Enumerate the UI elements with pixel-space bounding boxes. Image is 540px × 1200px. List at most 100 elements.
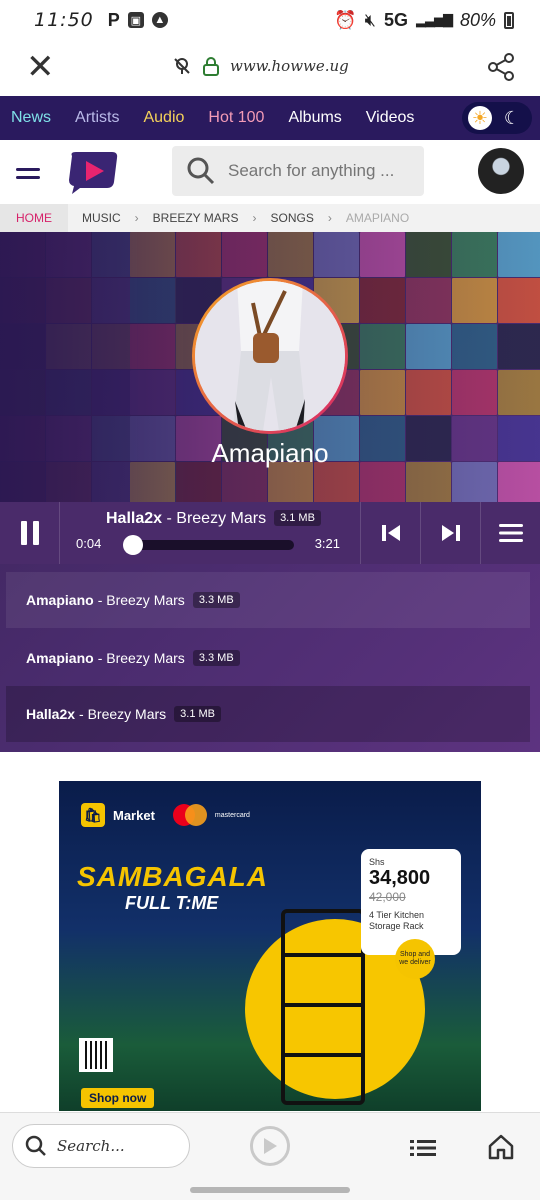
site-logo[interactable] bbox=[66, 150, 120, 194]
breadcrumb-current: AMAPIANO bbox=[345, 211, 410, 225]
album-cover bbox=[192, 278, 348, 434]
ad-subheadline: FULL T:ME bbox=[125, 893, 219, 913]
playlist-item-artist: - Breezy Mars bbox=[97, 592, 185, 608]
play-icon bbox=[264, 1138, 277, 1154]
playlist-item[interactable]: Amapiano - Breezy Mars 3.3 MB bbox=[6, 572, 530, 628]
now-playing: Halla2x - Breezy Mars 3.1 MB bbox=[106, 510, 321, 528]
now-playing-title: Halla2x bbox=[106, 510, 163, 527]
breadcrumb-home[interactable]: HOME bbox=[0, 204, 68, 232]
price-current: 34,800 bbox=[369, 867, 431, 889]
bottom-search[interactable]: Search... bbox=[12, 1124, 190, 1168]
product-name: 4 Tier Kitchen Storage Rack bbox=[369, 910, 425, 931]
shop-now-button[interactable]: Shop now bbox=[81, 1088, 155, 1108]
progress-handle[interactable] bbox=[123, 535, 144, 555]
breadcrumb-songs[interactable]: SONGS bbox=[256, 211, 327, 225]
qr-code bbox=[79, 1038, 113, 1072]
signal-icon: ▂▃▅▇ bbox=[415, 12, 453, 27]
network-label: 5G bbox=[383, 9, 408, 30]
status-notification-icons: P ▣ ▲ bbox=[108, 10, 168, 31]
app-root: 11:50 P ▣ ▲ ⏰ 🔇︎ 5G ▂▃▅▇ 80% ✕ www.howwe… bbox=[0, 0, 540, 1200]
moon-icon: ☾ bbox=[503, 107, 520, 128]
gallery-icon: ▣ bbox=[127, 12, 144, 28]
price-currency: Shs bbox=[369, 857, 385, 867]
mastercard-logo bbox=[172, 804, 207, 826]
no-tracking-icon bbox=[174, 58, 190, 74]
site-header bbox=[0, 140, 540, 204]
status-time: 11:50 bbox=[34, 9, 94, 31]
alarm-icon: ⏰ bbox=[334, 9, 357, 30]
ad-brand-name: Market bbox=[113, 807, 155, 823]
battery-icon bbox=[504, 11, 514, 29]
battery-label: 80% bbox=[459, 9, 496, 30]
playlist-item-size: 3.3 MB bbox=[192, 650, 240, 666]
elapsed-time: 0:04 bbox=[76, 536, 102, 551]
audio-player: Halla2x - Breezy Mars 3.1 MB 0:04 3:21 bbox=[0, 502, 540, 564]
playlist-item[interactable]: Amapiano - Breezy Mars 3.3 MB bbox=[6, 630, 530, 686]
skip-previous-icon bbox=[381, 525, 400, 541]
playlist-item-artist: - Breezy Mars bbox=[79, 706, 167, 722]
status-bar: 11:50 P ▣ ▲ ⏰ 🔇︎ 5G ▂▃▅▇ 80% bbox=[0, 0, 540, 40]
ad-banner[interactable]: 🛍 Market mastercard SAMBAGALA FULL T:ME … bbox=[59, 781, 481, 1111]
playlist-item-title: Amapiano bbox=[26, 592, 94, 608]
nav-item-albums[interactable]: Albums bbox=[276, 109, 353, 127]
bottom-bar: Search... bbox=[0, 1112, 540, 1200]
album-title: Amapiano bbox=[211, 438, 329, 468]
share-icon[interactable] bbox=[486, 52, 516, 82]
total-duration: 3:21 bbox=[314, 536, 340, 551]
player-controls bbox=[360, 502, 540, 564]
playlist-menu-button[interactable] bbox=[480, 502, 540, 564]
nav-item-audio[interactable]: Audio bbox=[131, 109, 196, 127]
nav-item-hot-100[interactable]: Hot 100 bbox=[196, 109, 276, 127]
progress-bar[interactable] bbox=[123, 535, 294, 555]
ad-headline: SAMBAGALA bbox=[77, 861, 268, 892]
user-avatar[interactable] bbox=[478, 148, 524, 194]
playlist-item-title: Amapiano bbox=[26, 650, 94, 666]
bottom-search-label: Search... bbox=[57, 1137, 125, 1155]
playlist: Amapiano - Breezy Mars 3.3 MB Amapiano - Br… bbox=[0, 564, 540, 752]
breadcrumb-music[interactable]: MUSIC bbox=[68, 211, 135, 225]
album-artwork bbox=[195, 281, 345, 431]
nav-item-artists[interactable]: Artists bbox=[63, 109, 131, 127]
theme-toggle[interactable]: ☀ ☾ bbox=[462, 102, 532, 134]
playlist-item-title: Halla2x bbox=[26, 706, 76, 722]
list-icon[interactable] bbox=[410, 1139, 436, 1157]
nav-item-videos[interactable]: Videos bbox=[354, 109, 427, 127]
mastercard-label: mastercard bbox=[214, 811, 250, 819]
price-old: 42,000 bbox=[369, 890, 406, 904]
previous-button[interactable] bbox=[360, 502, 420, 564]
ad-container: 🛍 Market mastercard SAMBAGALA FULL T:ME … bbox=[0, 752, 540, 1112]
main-nav: News Artists Audio Hot 100 Albums Videos ☀ ☾ bbox=[0, 96, 540, 140]
search-icon bbox=[187, 157, 215, 185]
next-button[interactable] bbox=[420, 502, 480, 564]
browser-toolbar: ✕ www.howwe.ug bbox=[0, 40, 540, 96]
url-text: www.howwe.ug bbox=[230, 57, 349, 75]
parking-icon: P bbox=[107, 9, 120, 30]
app-notification-icon: ▲ bbox=[151, 12, 168, 28]
album-hero: Amapiano Halla2x - Breezy Mars 3.1 MB 0:0… bbox=[0, 232, 540, 752]
pause-icon bbox=[20, 521, 39, 545]
shopping-bag-icon: 🛍 bbox=[81, 803, 105, 827]
search-input[interactable] bbox=[228, 161, 418, 181]
playlist-item-size: 3.3 MB bbox=[192, 592, 240, 608]
skip-next-icon bbox=[441, 525, 460, 541]
menu-icon bbox=[498, 524, 523, 542]
hamburger-menu-icon[interactable] bbox=[16, 168, 40, 184]
playlist-item-current[interactable]: Halla2x - Breezy Mars 3.1 MB bbox=[6, 686, 530, 742]
deliver-badge: Shop and we deliver bbox=[395, 939, 435, 979]
playlist-item-artist: - Breezy Mars bbox=[97, 650, 185, 666]
status-right: ⏰ 🔇︎ 5G ▂▃▅▇ 80% bbox=[334, 10, 514, 31]
play-button[interactable] bbox=[250, 1126, 290, 1166]
address-bar[interactable]: www.howwe.ug bbox=[172, 56, 349, 76]
breadcrumb-artist[interactable]: BREEZY MARS bbox=[139, 211, 253, 225]
search-box[interactable] bbox=[172, 146, 424, 196]
lock-icon bbox=[203, 57, 219, 76]
nav-item-news[interactable]: News bbox=[0, 109, 63, 127]
gesture-handle bbox=[190, 1187, 350, 1193]
mute-icon: 🔇︎ bbox=[364, 9, 376, 30]
pause-button[interactable] bbox=[0, 502, 60, 564]
close-tab-button[interactable]: ✕ bbox=[26, 50, 55, 84]
now-playing-artist: - Breezy Mars bbox=[162, 510, 267, 527]
sun-icon: ☀ bbox=[468, 106, 492, 130]
home-icon[interactable] bbox=[487, 1133, 515, 1161]
search-icon bbox=[25, 1135, 46, 1156]
